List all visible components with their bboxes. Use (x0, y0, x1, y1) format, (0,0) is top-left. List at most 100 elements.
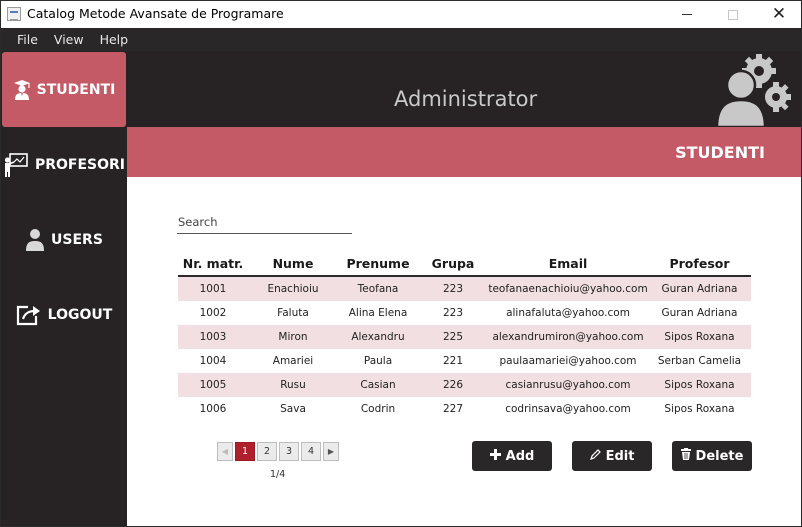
table-cell: Amariei (272, 355, 314, 367)
table-cell: Rusu (280, 379, 306, 391)
column-header[interactable]: Email (488, 256, 648, 271)
menu-file[interactable]: File (9, 32, 46, 47)
admin-gears-icon (713, 53, 793, 131)
table-cell: Paula (363, 355, 393, 367)
close-icon: ✕ (771, 4, 787, 24)
table-cell: 221 (442, 355, 464, 367)
page-button[interactable]: 3 (279, 442, 299, 461)
table-cell: 227 (442, 403, 464, 415)
title-bar: Catalog Metode Avansate de Programare ✕ (1, 1, 801, 28)
table-row[interactable]: 1004 Amariei Paula 221 paulaamariei@yaho… (178, 349, 751, 373)
sidebar-item-profesori[interactable]: PROFESORI (1, 127, 127, 202)
trash-icon (680, 448, 691, 464)
table-cell: 225 (442, 331, 464, 343)
sidebar-item-label: LOGOUT (47, 306, 113, 323)
minimize-button[interactable] (664, 1, 710, 28)
sidebar-item-label: PROFESORI (34, 156, 126, 173)
table-cell: Sipos Roxana (664, 403, 735, 415)
table-cell: codrinsava@yahoo.com (505, 403, 631, 415)
table-row[interactable]: 1005 Rusu Casian 226 casianrusu@yahoo.co… (178, 373, 751, 397)
add-button-label: Add (505, 448, 535, 464)
logout-icon (16, 304, 42, 326)
page-button[interactable]: 1 (235, 442, 255, 461)
sidebar-item-studenti[interactable]: STUDENTI (2, 52, 126, 127)
sidebar: STUDENTI PROFESORI USERS LOGOUT (1, 51, 127, 526)
menu-view[interactable]: View (46, 32, 92, 47)
table-cell: 223 (442, 283, 464, 295)
table-cell: Sipos Roxana (664, 331, 735, 343)
maximize-button[interactable] (710, 1, 756, 28)
minimize-icon (682, 14, 692, 15)
edit-button-label: Edit (605, 448, 635, 464)
section-band: STUDENTI (127, 127, 801, 177)
table-cell: alinafaluta@yahoo.com (506, 307, 630, 319)
column-header[interactable]: Grupa (418, 256, 488, 271)
table-cell: Faluta (277, 307, 309, 319)
page-indicator: 1/4 (270, 469, 286, 480)
pagination: ◀ 1 2 3 4 ▶ (217, 442, 339, 462)
table-cell: 223 (442, 307, 464, 319)
app-window: Catalog Metode Avansate de Programare ✕ … (0, 0, 802, 527)
table-cell: Codrin (360, 403, 396, 415)
table-cell: Enachioiu (267, 283, 319, 295)
table-row[interactable]: 1002 Faluta Alina Elena 223 alinafaluta@… (178, 301, 751, 325)
students-table: Nr. matr. Nume Prenume Grupa Email Profe… (178, 251, 751, 421)
app-icon (7, 7, 21, 21)
sidebar-item-users[interactable]: USERS (1, 202, 127, 277)
section-title: STUDENTI (675, 143, 765, 162)
table-cell: Serban Camelia (657, 355, 742, 367)
add-button[interactable]: Add (472, 441, 552, 471)
table-cell: 226 (442, 379, 464, 391)
next-page-button[interactable]: ▶ (323, 442, 339, 461)
table-cell: Teofana (357, 283, 399, 295)
menu-help[interactable]: Help (92, 32, 137, 47)
column-header[interactable]: Profesor (648, 256, 751, 271)
pencil-icon (589, 448, 601, 464)
table-cell: Guran Adriana (661, 307, 738, 319)
table-cell: 1004 (199, 355, 227, 367)
table-cell: 1006 (199, 403, 227, 415)
page-title: Administrator (394, 87, 538, 111)
column-header[interactable]: Nume (248, 256, 338, 271)
sidebar-item-logout[interactable]: LOGOUT (1, 277, 127, 352)
column-header[interactable]: Nr. matr. (178, 256, 248, 271)
menu-bar: File View Help (1, 28, 801, 51)
table-cell: alexandrumiron@yahoo.com (492, 331, 644, 343)
window-title: Catalog Metode Avansate de Programare (27, 6, 284, 21)
table-row[interactable]: 1001 Enachioiu Teofana 223 teofanaenachi… (178, 277, 751, 301)
sidebar-item-label: USERS (51, 231, 103, 248)
delete-button-label: Delete (695, 448, 744, 464)
maximize-icon (728, 9, 738, 20)
plus-icon (489, 448, 501, 464)
table-cell: casianrusu@yahoo.com (505, 379, 631, 391)
teacher-board-icon (3, 152, 29, 178)
table-cell: Sava (280, 403, 306, 415)
table-cell: Alexandru (351, 331, 405, 343)
table-cell: teofanaenachioiu@yahoo.com (488, 283, 648, 295)
table-cell: 1003 (199, 331, 227, 343)
prev-page-button[interactable]: ◀ (217, 442, 233, 461)
table-row[interactable]: 1003 Miron Alexandru 225 alexandrumiron@… (178, 325, 751, 349)
page-button[interactable]: 2 (257, 442, 277, 461)
table-cell: Sipos Roxana (664, 379, 735, 391)
close-button[interactable]: ✕ (756, 1, 801, 28)
table-cell: 1001 (199, 283, 227, 295)
table-cell: Miron (278, 331, 308, 343)
sidebar-item-label: STUDENTI (36, 81, 116, 98)
table-cell: Casian (360, 379, 396, 391)
table-cell: paulaamariei@yahoo.com (499, 355, 637, 367)
column-header[interactable]: Prenume (338, 256, 418, 271)
main-content: Nr. matr. Nume Prenume Grupa Email Profe… (127, 177, 801, 526)
student-icon (13, 79, 31, 101)
table-cell: Alina Elena (348, 307, 408, 319)
page-button[interactable]: 4 (301, 442, 321, 461)
table-row[interactable]: 1006 Sava Codrin 227 codrinsava@yahoo.co… (178, 397, 751, 421)
delete-button[interactable]: Delete (672, 441, 752, 471)
header: Administrator (127, 51, 801, 129)
table-cell: Guran Adriana (661, 283, 738, 295)
search-input[interactable] (177, 210, 352, 234)
table-header: Nr. matr. Nume Prenume Grupa Email Profe… (178, 251, 751, 277)
table-cell: 1005 (199, 379, 227, 391)
edit-button[interactable]: Edit (572, 441, 652, 471)
user-icon (25, 228, 45, 252)
